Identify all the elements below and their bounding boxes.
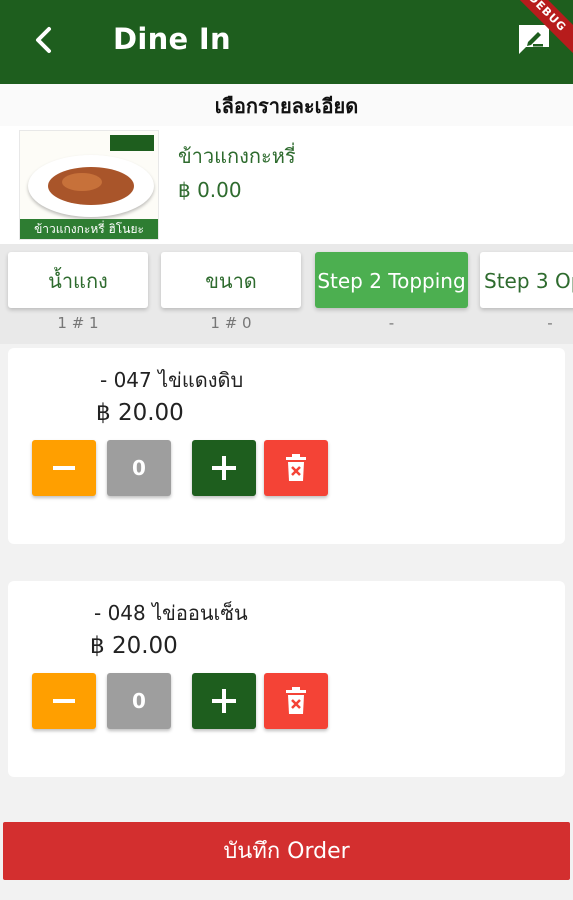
app-bar: Dine In DEBUG	[0, 0, 573, 84]
increase-button[interactable]	[192, 440, 256, 496]
save-order-button[interactable]: บันทึก Order	[3, 822, 570, 880]
topping-price: ฿ 20.00	[90, 633, 178, 659]
tab-step2-topping[interactable]: Step 2 Topping	[315, 252, 468, 308]
tab-size[interactable]: ขนาด	[161, 252, 301, 308]
minus-icon	[53, 699, 75, 703]
trash-icon	[286, 454, 306, 481]
topping-card: - 047 ไข่แดงดิบ ฿ 20.00 0	[8, 348, 565, 544]
product-image-caption: ข้าวแกงกะหรี่ ฮิโนยะ	[20, 219, 158, 239]
option-tabs: น้ำแกง ขนาด Step 2 Topping Step 3 Op 1 #…	[0, 244, 573, 344]
back-arrow-icon	[36, 27, 51, 53]
product-image: ข้าวแกงกะหรี่ ฮิโนยะ	[19, 130, 159, 240]
tab-count: 1 # 0	[210, 314, 252, 332]
topping-name: - 048 ไข่ออนเซ็น	[94, 601, 248, 625]
increase-button[interactable]	[192, 673, 256, 729]
page-title: Dine In	[113, 22, 231, 56]
topping-card: - 048 ไข่ออนเซ็น ฿ 20.00 0	[8, 581, 565, 777]
back-button[interactable]	[22, 18, 66, 62]
product-info: ข้าวแกงกะหรี่ ฮิโนยะ ข้าวแกงกะหรี่ ฿ 0.0…	[0, 126, 573, 244]
quantity-display: 0	[107, 673, 171, 729]
topping-name: - 047 ไข่แดงดิบ	[100, 368, 244, 392]
tab-count: -	[388, 314, 395, 332]
tab-count: 1 # 1	[57, 314, 99, 332]
topping-price: ฿ 20.00	[96, 400, 184, 426]
decrease-button[interactable]	[32, 440, 96, 496]
tab-curry-sauce[interactable]: น้ำแกง	[8, 252, 148, 308]
plus-icon	[212, 689, 236, 713]
section-title: เลือกรายละเอียด	[0, 84, 573, 126]
decrease-button[interactable]	[32, 673, 96, 729]
brand-logo	[110, 135, 154, 151]
product-name: ข้าวแกงกะหรี่	[178, 144, 296, 168]
plus-icon	[212, 456, 236, 480]
delete-button[interactable]	[264, 673, 328, 729]
minus-icon	[53, 466, 75, 470]
tab-count: -	[547, 314, 553, 332]
trash-icon	[286, 687, 306, 714]
quantity-display: 0	[107, 440, 171, 496]
delete-button[interactable]	[264, 440, 328, 496]
product-price: ฿ 0.00	[178, 178, 242, 202]
tab-step3-options[interactable]: Step 3 Op	[480, 252, 573, 308]
